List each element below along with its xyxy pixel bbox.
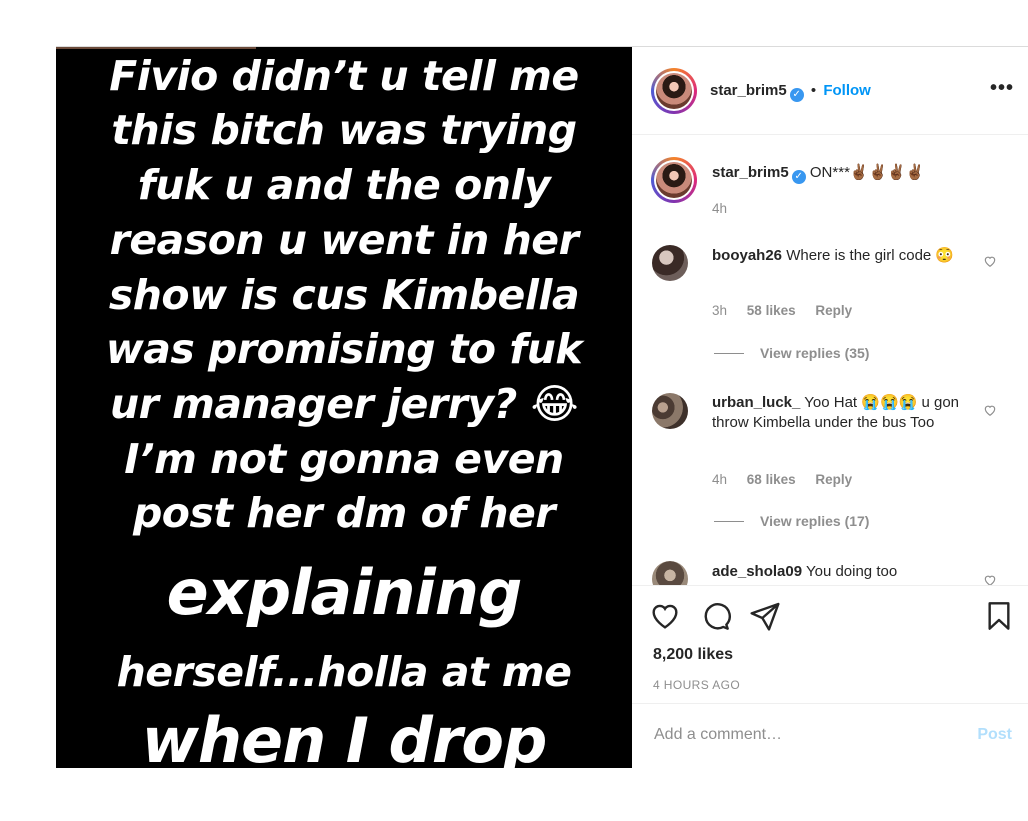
post-actions: 8,200 likes 4 HOURS AGO bbox=[632, 585, 1028, 702]
view-replies-label: View replies (17) bbox=[760, 513, 870, 529]
save-bookmark-icon[interactable] bbox=[983, 600, 1015, 632]
caption-text: star_brim5 ✓ ON***✌🏾✌🏾✌🏾✌🏾 bbox=[712, 163, 982, 184]
verified-badge-icon: ✓ bbox=[789, 88, 804, 102]
comment-likes[interactable]: 68 likes bbox=[747, 472, 796, 487]
author-avatar[interactable] bbox=[651, 68, 697, 114]
like-comment-heart-icon[interactable] bbox=[983, 573, 997, 585]
commenter-avatar[interactable] bbox=[652, 561, 688, 585]
caption-meta: 4h bbox=[712, 201, 743, 216]
view-replies-label: View replies (35) bbox=[760, 345, 870, 361]
comment-time: 4h bbox=[712, 472, 728, 487]
post-sidebar: star_brim5 ✓ • Follow ••• star_brim5 ✓ ON*… bbox=[632, 47, 1028, 768]
follow-button[interactable]: Follow bbox=[823, 82, 871, 99]
comment-meta: 3h 58 likes Reply bbox=[712, 303, 868, 318]
post-comment-button[interactable]: Post bbox=[977, 726, 1012, 744]
add-comment-bar: Post bbox=[632, 703, 1028, 769]
story-text-line: this bitch was trying bbox=[111, 106, 577, 154]
post-timestamp: 4 HOURS AGO bbox=[653, 678, 741, 692]
caption-time: 4h bbox=[712, 201, 728, 216]
reply-button[interactable]: Reply bbox=[815, 472, 852, 487]
likes-count[interactable]: 8,200 likes bbox=[653, 646, 733, 664]
replies-divider-line bbox=[714, 521, 744, 522]
author-username[interactable]: star_brim5 bbox=[710, 82, 787, 99]
comment-input[interactable] bbox=[652, 725, 946, 745]
view-replies-button[interactable]: View replies (17) bbox=[714, 513, 869, 529]
more-options-icon[interactable]: ••• bbox=[990, 77, 1014, 100]
like-heart-icon[interactable] bbox=[649, 600, 681, 632]
comment-text: ade_shola09 You doing too bbox=[712, 562, 982, 582]
story-text-line: I’m not gonna even bbox=[124, 435, 564, 483]
comment-meta: 4h 68 likes Reply bbox=[712, 472, 868, 487]
commenter-avatar[interactable] bbox=[652, 393, 688, 429]
comment-body: You doing too bbox=[805, 563, 898, 580]
caption-avatar[interactable] bbox=[651, 157, 697, 203]
comment-text: urban_luck_ Yoo Hat 😭😭😭 u gon throw Kimb… bbox=[712, 393, 982, 433]
header-user-row: star_brim5 ✓ • Follow bbox=[710, 82, 871, 102]
comment-likes[interactable]: 58 likes bbox=[747, 303, 796, 318]
share-paper-plane-icon[interactable] bbox=[749, 600, 781, 632]
reply-button[interactable]: Reply bbox=[815, 303, 852, 318]
story-text-line: post her dm of her bbox=[132, 489, 556, 537]
like-comment-heart-icon[interactable] bbox=[983, 403, 997, 417]
story-text-line: show is cus Kimbella bbox=[108, 271, 580, 319]
comment-body: Where is the girl code 😳 bbox=[786, 247, 955, 264]
verified-badge-icon: ✓ bbox=[791, 170, 806, 184]
comment-text: booyah26 Where is the girl code 😳 bbox=[712, 246, 982, 266]
story-text-line: Fivio didn’t u tell me bbox=[109, 52, 579, 100]
story-text-line: when I drop bbox=[141, 704, 548, 769]
instagram-post: Fivio didn’t u tell me this bitch was tr… bbox=[56, 46, 1028, 768]
comment-username[interactable]: booyah26 bbox=[712, 247, 782, 264]
caption-body: ON***✌🏾✌🏾✌🏾✌🏾 bbox=[809, 164, 925, 181]
separator-dot: • bbox=[810, 82, 817, 99]
comment-username[interactable]: ade_shola09 bbox=[712, 563, 802, 580]
comment-username[interactable]: urban_luck_ bbox=[712, 394, 800, 411]
view-replies-button[interactable]: View replies (35) bbox=[714, 345, 869, 361]
comments-list[interactable]: star_brim5 ✓ ON***✌🏾✌🏾✌🏾✌🏾 4h booyah26 Wh… bbox=[632, 135, 1028, 585]
comment-bubble-icon[interactable] bbox=[699, 600, 731, 632]
like-comment-heart-icon[interactable] bbox=[983, 254, 997, 268]
story-text-line: reason u went in her bbox=[109, 216, 579, 264]
image-edge-strip bbox=[56, 47, 256, 49]
commenter-avatar[interactable] bbox=[652, 245, 688, 281]
story-text-line: herself...holla at me bbox=[116, 648, 572, 696]
story-text-line: explaining bbox=[166, 556, 523, 629]
post-header: star_brim5 ✓ • Follow ••• bbox=[632, 47, 1028, 135]
story-text-line: fuk u and the only bbox=[137, 161, 551, 209]
replies-divider-line bbox=[714, 353, 744, 354]
post-image[interactable]: Fivio didn’t u tell me this bitch was tr… bbox=[56, 47, 632, 768]
story-text-line: was promising to fuk bbox=[105, 325, 583, 373]
comment-time: 3h bbox=[712, 303, 728, 318]
caption-username[interactable]: star_brim5 bbox=[712, 164, 789, 181]
story-text-line: ur manager jerry? 😂 bbox=[109, 380, 579, 428]
